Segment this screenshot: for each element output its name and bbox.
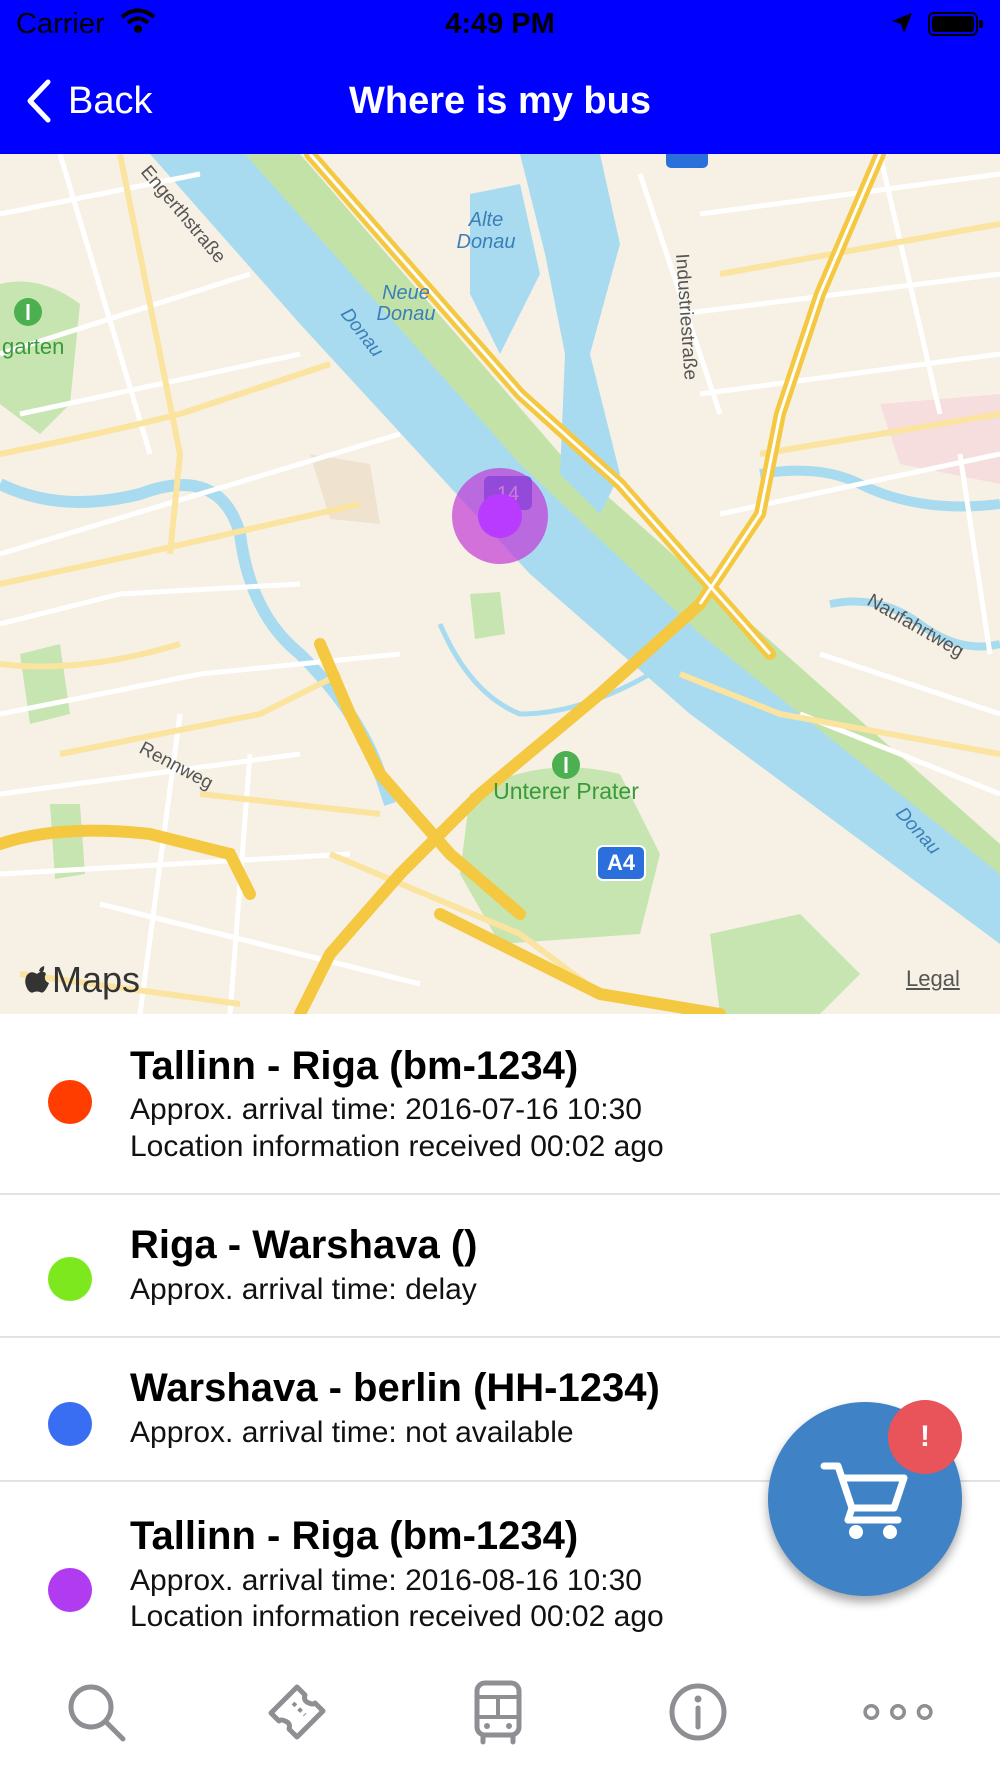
bus-location-marker[interactable] xyxy=(478,494,522,538)
tab-search[interactable] xyxy=(56,1672,136,1752)
status-bar: Carrier 4:49 PM xyxy=(0,0,1000,50)
label-unterer-prater: Unterer Prater xyxy=(493,778,639,804)
bus-arrival-time: Approx. arrival time: delay xyxy=(130,1273,477,1306)
status-time: 4:49 PM xyxy=(445,8,555,40)
bus-arrival-time: Approx. arrival time: not available xyxy=(130,1416,574,1449)
legal-link[interactable]: Legal xyxy=(906,966,960,992)
bus-status-dot xyxy=(48,1402,92,1446)
list-item[interactable]: Tallinn - Riga (bm-1234) Approx. arrival… xyxy=(0,1014,1000,1195)
info-icon xyxy=(669,1683,727,1741)
tab-bus[interactable] xyxy=(458,1672,538,1752)
cart-alert-badge: ! xyxy=(888,1400,962,1474)
bus-arrival-time: Approx. arrival time: 2016-08-16 10:30 xyxy=(130,1564,642,1597)
bus-route-title: Riga - Warshava () xyxy=(130,1223,478,1267)
tab-more[interactable] xyxy=(858,1672,938,1752)
bus-arrival-time: Approx. arrival time: 2016-07-16 10:30 xyxy=(130,1093,642,1126)
navigation-bar: Back Where is my bus xyxy=(0,50,1000,154)
label-neue-donau-2: Donau xyxy=(377,303,436,325)
tab-tickets[interactable] xyxy=(256,1672,336,1752)
a4-shield: A4 xyxy=(607,850,636,875)
bus-location-info: Location information received 00:02 ago xyxy=(130,1130,664,1163)
label-garten: garten xyxy=(2,334,64,359)
maps-label: Maps xyxy=(52,959,141,1000)
bus-status-dot xyxy=(48,1257,92,1301)
apple-maps-attribution: Maps xyxy=(24,959,140,1001)
bus-location-info: Location information received 00:02 ago xyxy=(130,1600,664,1633)
bus-icon xyxy=(474,1680,522,1745)
list-item[interactable]: Riga - Warshava () Approx. arrival time:… xyxy=(0,1195,1000,1338)
search-icon xyxy=(68,1684,126,1742)
page-title: Where is my bus xyxy=(349,80,651,122)
location-arrow-icon xyxy=(892,13,912,33)
map-view[interactable]: 14 A4 Alte Donau Neue Donau Donau Donau … xyxy=(0,154,1000,1014)
apple-logo-icon xyxy=(25,966,49,993)
bus-status-dot xyxy=(48,1080,92,1124)
label-alte-donau-2: Donau xyxy=(457,231,516,253)
bus-route-title: Warshava - berlin (HH-1234) xyxy=(130,1366,660,1410)
tab-info[interactable] xyxy=(658,1672,738,1752)
bus-route-title: Tallinn - Riga (bm-1234) xyxy=(130,1044,579,1088)
map-canvas[interactable]: 14 A4 Alte Donau Neue Donau Donau Donau … xyxy=(0,154,1000,1014)
bus-route-title: Tallinn - Riga (bm-1234) xyxy=(130,1514,579,1558)
ticket-icon xyxy=(268,1684,326,1740)
battery-icon xyxy=(928,12,983,36)
bus-status-dot xyxy=(48,1568,92,1612)
label-alte-donau-1: Alte xyxy=(468,209,503,231)
more-icon xyxy=(863,1704,933,1720)
label-neue-donau-1: Neue xyxy=(382,282,430,304)
tab-bar xyxy=(0,1650,1000,1778)
